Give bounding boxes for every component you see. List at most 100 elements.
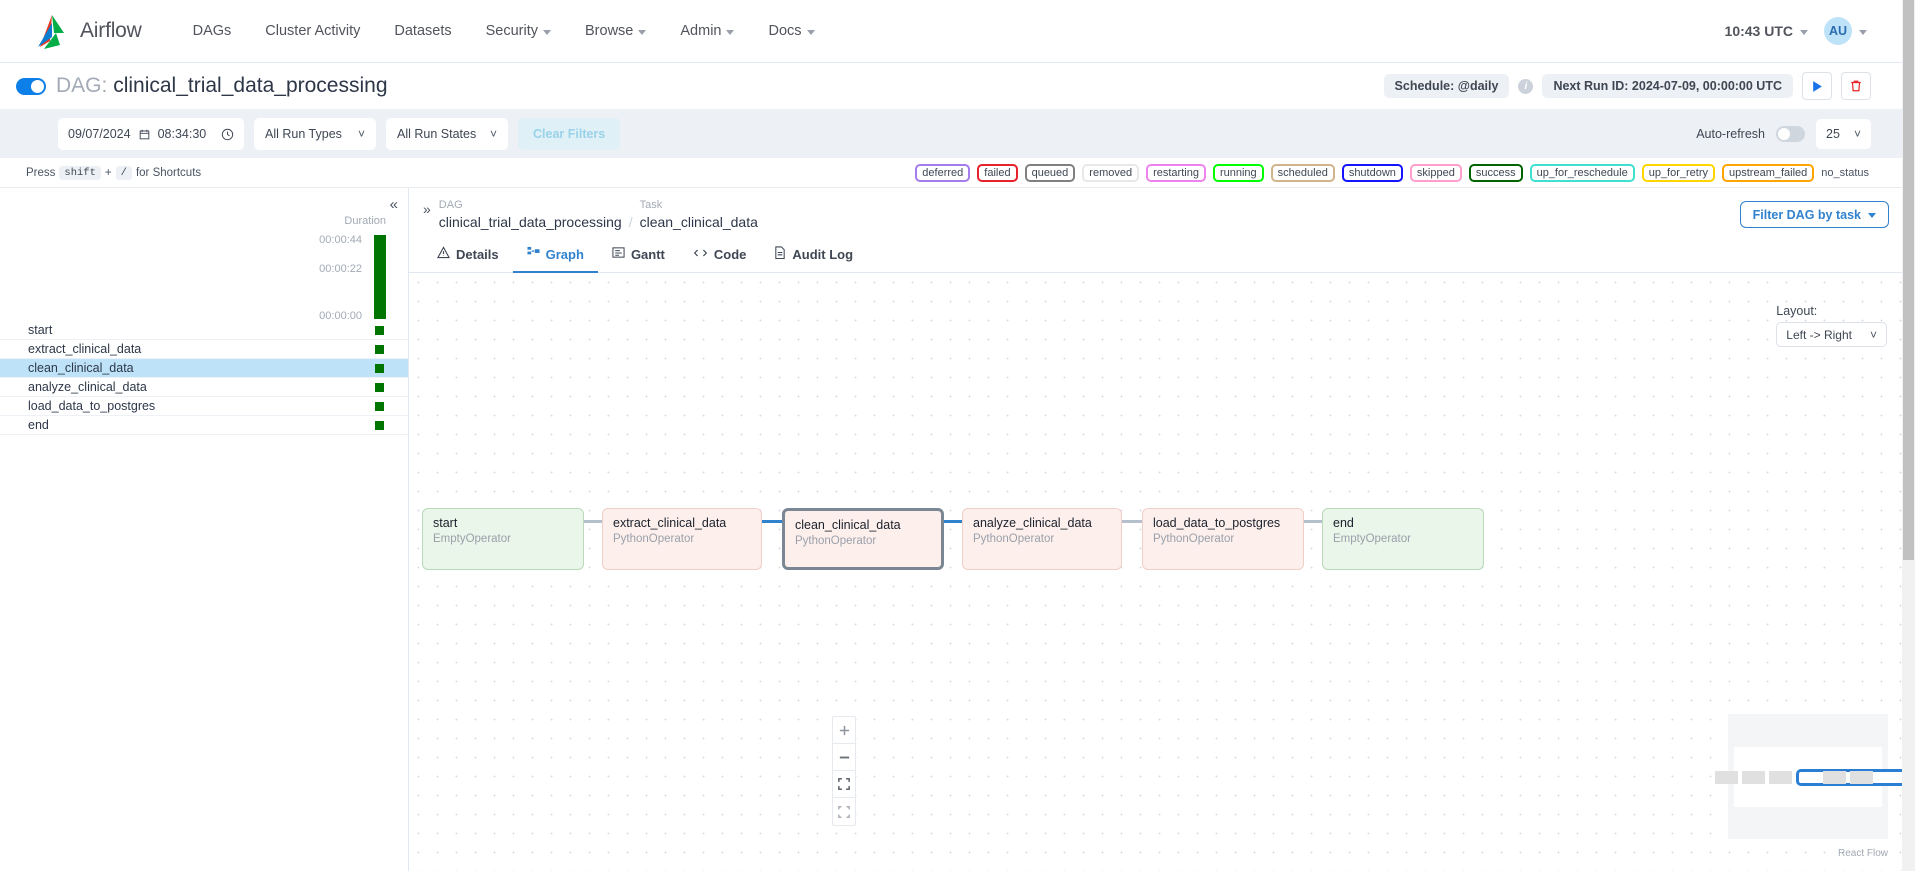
task-name: analyze_clinical_data — [28, 380, 147, 394]
num-runs-select[interactable]: 25 ˅ — [1816, 119, 1871, 149]
graph-node[interactable]: load_data_to_postgres PythonOperator — [1142, 508, 1304, 571]
breadcrumb-items: DAG clinical_trial_data_processing / Tas… — [439, 198, 758, 231]
task-instance-square[interactable] — [375, 382, 384, 392]
breadcrumb-dag-value[interactable]: clinical_trial_data_processing — [439, 213, 622, 231]
nav-item-cluster-activity[interactable]: Cluster Activity — [248, 17, 377, 45]
legend-badge-success[interactable]: success — [1468, 163, 1523, 182]
run-type-filter[interactable]: All Run Types ˅ — [254, 118, 376, 150]
autorefresh-toggle[interactable] — [1776, 126, 1805, 142]
timezone-selector[interactable]: 10:43 UTC — [1725, 23, 1808, 39]
airflow-brand[interactable]: Airflow — [30, 11, 142, 51]
run-date-filter[interactable]: 09/07/2024 08:34:30 — [58, 118, 244, 150]
breadcrumb-dag: DAG clinical_trial_data_processing — [439, 198, 622, 231]
task-instance-square[interactable] — [375, 325, 384, 335]
zoom-in-button[interactable] — [833, 717, 855, 744]
task-row[interactable]: analyze_clinical_data — [0, 378, 408, 397]
graph-canvas[interactable]: Layout: Left -> Right ˅ start EmptyOperat… — [409, 273, 1915, 871]
zoom-out-button[interactable] — [833, 744, 855, 771]
run-state-filter[interactable]: All Run States ˅ — [386, 118, 508, 150]
legend-badge-deferred[interactable]: deferred — [915, 163, 971, 182]
graph-minimap[interactable] — [1715, 714, 1915, 839]
legend-badge-failed[interactable]: failed — [977, 163, 1018, 182]
graph-node[interactable]: clean_clinical_data PythonOperator — [782, 508, 944, 571]
nav-item-security[interactable]: Security — [469, 17, 568, 45]
collapse-panel-button[interactable]: « — [390, 196, 398, 213]
graph-node-operator: EmptyOperator — [433, 532, 511, 545]
expand-panel-button[interactable]: » — [423, 198, 431, 216]
legend-badge-scheduled[interactable]: scheduled — [1270, 163, 1335, 182]
minus-icon — [839, 756, 849, 758]
breadcrumb-task-value[interactable]: clean_clinical_data — [640, 213, 758, 231]
task-row[interactable]: load_data_to_postgres — [0, 397, 408, 416]
chevron-down-icon: ˅ — [1869, 327, 1877, 342]
page-scrollbar[interactable] — [1902, 0, 1915, 871]
legend-badge-running[interactable]: running — [1212, 163, 1264, 182]
filter-dag-by-task-button[interactable]: Filter DAG by task — [1739, 201, 1889, 229]
legend-badge-removed[interactable]: removed — [1082, 163, 1140, 182]
task-row[interactable]: end — [0, 416, 408, 435]
duration-bar[interactable] — [374, 235, 386, 319]
nav-item-admin[interactable]: Admin — [663, 17, 751, 45]
fit-view-button[interactable] — [833, 771, 855, 798]
task-name: end — [28, 418, 49, 432]
info-icon[interactable]: i — [1518, 78, 1534, 94]
graph-node[interactable]: analyze_clinical_data PythonOperator — [962, 508, 1122, 571]
task-instance-square[interactable] — [375, 401, 384, 411]
task-instance-square[interactable] — [375, 344, 384, 354]
nav-item-browse[interactable]: Browse — [568, 17, 663, 45]
minimap-viewport — [1715, 747, 1915, 807]
tab-code[interactable]: Code — [679, 240, 761, 273]
scrollbar-thumb[interactable] — [1903, 0, 1914, 560]
task-row[interactable]: start — [0, 321, 408, 340]
tab-details[interactable]: Details — [423, 239, 513, 273]
legend-badge-shutdown[interactable]: shutdown — [1341, 163, 1403, 182]
layout-select[interactable]: Left -> Right ˅ — [1776, 322, 1887, 348]
shortcut-key-shift: shift — [59, 165, 101, 180]
reactflow-attribution[interactable]: React Flow — [1838, 848, 1888, 859]
nav-item-dags[interactable]: DAGs — [176, 17, 249, 45]
graph-zoom-controls — [832, 716, 856, 826]
legend-badge-queued[interactable]: queued — [1024, 163, 1076, 182]
graph-node[interactable]: extract_clinical_data PythonOperator — [602, 508, 762, 571]
graph-node[interactable]: start EmptyOperator — [422, 508, 584, 571]
task-instance-square[interactable] — [375, 420, 384, 430]
trigger-dag-button[interactable] — [1802, 72, 1832, 100]
breadcrumb: » DAG clinical_trial_data_processing / T… — [409, 188, 1915, 239]
legend-badge-restarting[interactable]: restarting — [1146, 163, 1206, 182]
page-title: DAG: clinical_trial_data_processing — [56, 74, 388, 98]
legend-badge-up_for_reschedule[interactable]: up_for_reschedule — [1529, 163, 1635, 182]
legend-badge-skipped[interactable]: skipped — [1409, 163, 1462, 182]
legend-badge-up_for_retry[interactable]: up_for_retry — [1641, 163, 1716, 182]
dag-header-actions: Schedule: @daily i Next Run ID: 2024-07-… — [1383, 72, 1889, 100]
graph-node[interactable]: end EmptyOperator — [1322, 508, 1484, 571]
dag-name: clinical_trial_data_processing — [113, 74, 388, 97]
delete-dag-button[interactable] — [1841, 72, 1871, 100]
legend-row: Press shift + / for Shortcuts deferred fa… — [0, 158, 1915, 188]
graph-node-title: extract_clinical_data — [613, 516, 727, 531]
nav-item-docs[interactable]: Docs — [751, 17, 831, 45]
clear-filters-button[interactable]: Clear Filters — [518, 118, 621, 150]
user-menu[interactable]: AU — [1824, 17, 1867, 45]
tab-label: Details — [456, 246, 499, 262]
legend-badge-upstream_failed[interactable]: upstream_failed — [1722, 163, 1815, 182]
tab-graph[interactable]: Graph — [512, 239, 598, 274]
task-instance-square[interactable] — [375, 363, 384, 373]
minimap-node — [1850, 771, 1873, 784]
shortcut-suffix: for Shortcuts — [135, 166, 202, 179]
chevron-down-icon — [638, 29, 647, 35]
toggle-interactivity-button[interactable] — [833, 798, 855, 825]
tab-gantt[interactable]: Gantt — [598, 239, 679, 273]
dag-prefix: DAG: — [56, 74, 108, 97]
task-row[interactable]: clean_clinical_data — [0, 359, 408, 378]
minimap-node — [1742, 771, 1765, 784]
task-name: start — [28, 323, 53, 337]
nav-item-datasets[interactable]: Datasets — [377, 17, 468, 45]
tab-audit-log[interactable]: Audit Log — [760, 239, 867, 273]
task-row[interactable]: extract_clinical_data — [0, 340, 408, 359]
avatar: AU — [1824, 17, 1852, 45]
task-list: start extract_clinical_data clean_clinical… — [0, 321, 408, 435]
chevron-down-icon — [726, 29, 735, 35]
dag-pause-toggle[interactable] — [16, 77, 46, 95]
breadcrumb-task-kind: Task — [639, 199, 663, 211]
breadcrumb-task: Task clean_clinical_data — [640, 198, 758, 231]
